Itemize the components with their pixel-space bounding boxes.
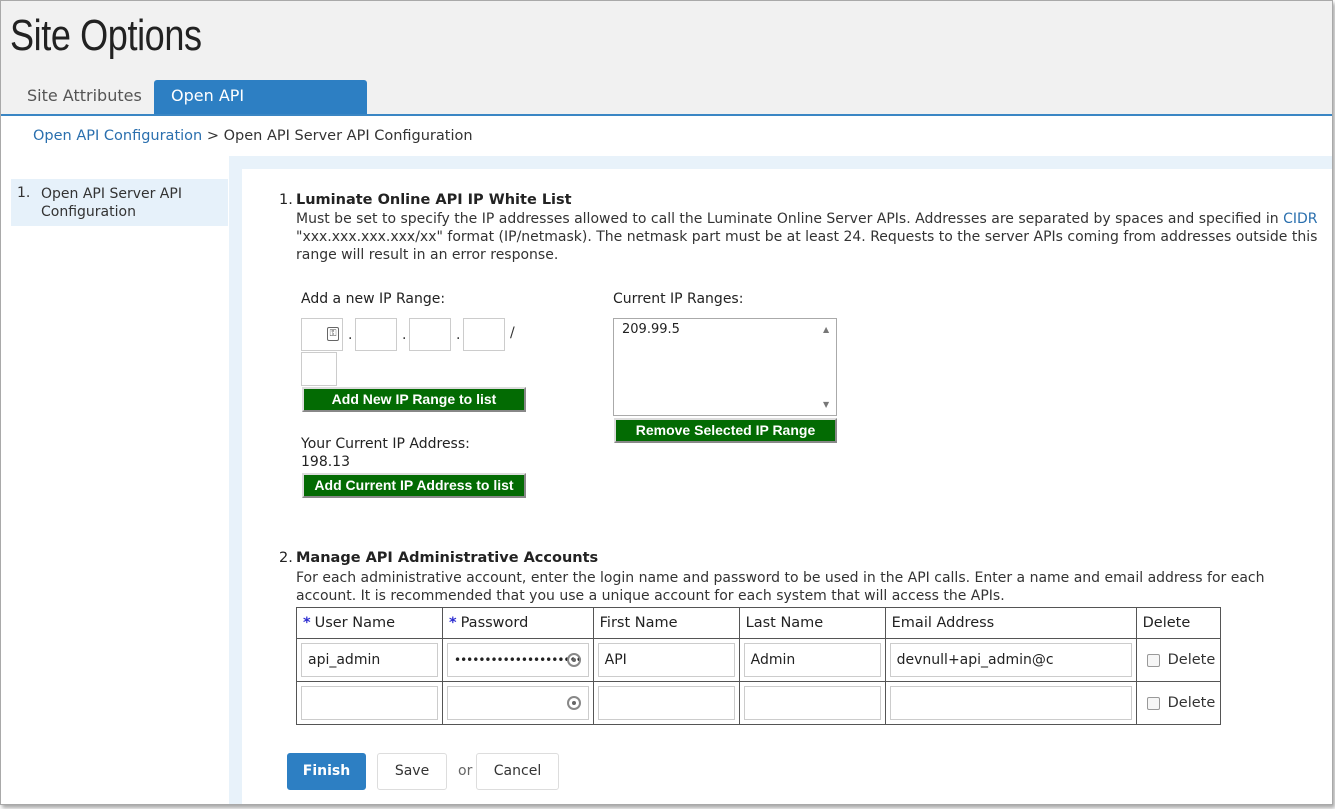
header: Site Options Site Attributes Open API Co…: [1, 1, 1332, 136]
section-2-title: 2. Manage API Administrative Accounts: [279, 550, 599, 566]
delete-cell: Delete: [1135, 681, 1221, 725]
column-header-first-name: First Name: [592, 607, 740, 639]
first-name-cell: [592, 681, 740, 725]
first-name-input[interactable]: API: [597, 643, 735, 677]
last-name-cell: [738, 681, 886, 725]
site-options-window: Site Options Site Attributes Open API Co…: [0, 0, 1333, 805]
section-1-description-text: Must be set to specify the IP addresses …: [296, 211, 1284, 227]
breadcrumb-current: Open API Server API Configuration: [223, 128, 473, 144]
required-marker: *: [449, 615, 457, 631]
password-cell: •••••••••••••••••••••: [442, 638, 594, 682]
column-header-delete: Delete: [1135, 607, 1221, 639]
email-cell: [884, 681, 1137, 725]
section-1-title: 1. Luminate Online API IP White List: [279, 192, 572, 208]
section-2-title-text: Manage API Administrative Accounts: [296, 550, 599, 566]
ip-range-option[interactable]: 209.99.5: [622, 322, 680, 337]
breadcrumb: Open API Configuration > Open API Server…: [33, 128, 473, 144]
section-1-description: Must be set to specify the IP addresses …: [296, 210, 1321, 264]
ip-netmask-input[interactable]: [301, 352, 337, 386]
last-name-cell: Admin: [738, 638, 886, 682]
table-row: Delete: [296, 681, 1221, 725]
last-name-input[interactable]: Admin: [743, 643, 881, 677]
add-ip-range-label: Add a new IP Range:: [301, 291, 446, 307]
cidr-link[interactable]: CIDR: [1283, 211, 1317, 227]
table-header-row: * User Name * Password First Name Last Nam…: [296, 607, 1221, 639]
finish-button[interactable]: Finish: [287, 753, 366, 790]
ip-dot-separator: .: [402, 327, 407, 343]
column-header-email-address: Email Address: [884, 607, 1137, 639]
section-2-description: For each administrative account, enter t…: [296, 570, 1265, 604]
breadcrumb-separator: >: [202, 128, 224, 144]
ip-slash-separator: /: [510, 325, 515, 341]
ip-octet-4-input[interactable]: [463, 318, 505, 351]
current-ip-ranges-label: Current IP Ranges:: [613, 291, 744, 307]
delete-checkbox[interactable]: [1146, 696, 1160, 710]
ip-dot-separator: .: [348, 327, 353, 343]
add-ip-range-button[interactable]: Add New IP Range to list: [302, 387, 526, 412]
delete-label: Delete: [1167, 695, 1216, 711]
sidebar-item-number: 1.: [17, 185, 31, 201]
column-header-user-name: * User Name: [296, 607, 443, 639]
section-1-title-text: Luminate Online API IP White List: [296, 192, 572, 208]
breadcrumb-link-open-api-configuration[interactable]: Open API Configuration: [33, 128, 202, 144]
user-name-cell: [296, 681, 443, 725]
ip-octet-3-input[interactable]: [409, 318, 451, 351]
delete-cell: Delete: [1135, 638, 1221, 682]
remove-selected-ip-range-button[interactable]: Remove Selected IP Range: [614, 418, 837, 443]
required-marker: *: [303, 615, 311, 631]
tab-site-attributes[interactable]: Site Attributes: [10, 80, 159, 114]
first-name-cell: API: [592, 638, 740, 682]
listbox-scrollbar[interactable]: ▲ ▼: [819, 319, 836, 415]
user-name-cell: api_admin: [296, 638, 443, 682]
password-cell: [442, 681, 594, 725]
current-ip-ranges-list[interactable]: 209.99.5 ▲ ▼: [613, 318, 837, 416]
password-reveal-icon[interactable]: [566, 653, 581, 667]
sidebar-item-open-api-server-api-configuration[interactable]: 1. Open API Server API Configuration: [11, 179, 228, 226]
delete-label: Delete: [1167, 652, 1216, 668]
column-header-label: User Name: [314, 615, 396, 631]
column-header-label: Password: [460, 615, 529, 631]
email-address-input[interactable]: devnull+api_admin@c: [889, 643, 1132, 677]
email-cell: devnull+api_admin@c: [884, 638, 1137, 682]
save-button[interactable]: Save: [377, 753, 447, 790]
section-1-description-text-2: "xxx.xxx.xxx.xxx/xx" format (IP/netmask)…: [296, 229, 1318, 263]
ip-dot-separator: .: [456, 327, 461, 343]
sidebar-item-label: Open API Server API Configuration: [41, 186, 182, 220]
add-current-ip-button[interactable]: Add Current IP Address to list: [302, 473, 526, 498]
section-1-number: 1.: [279, 192, 293, 208]
last-name-input[interactable]: [743, 686, 881, 720]
scroll-up-icon[interactable]: ▲: [823, 325, 829, 334]
page-title: Site Options: [10, 11, 202, 60]
tab-open-api-configuration[interactable]: Open API Configuration: [154, 80, 367, 136]
column-header-last-name: Last Name: [738, 607, 886, 639]
ip-octet-1-input[interactable]: ⚿: [301, 318, 343, 351]
or-text: or: [458, 763, 473, 779]
delete-checkbox[interactable]: [1146, 653, 1160, 667]
your-current-ip-value: 198.13: [301, 454, 350, 470]
accounts-table: * User Name * Password First Name Last Nam…: [296, 607, 1221, 725]
key-icon: ⚿: [327, 327, 339, 341]
ip-octet-2-input[interactable]: [355, 318, 397, 351]
your-current-ip-label: Your Current IP Address:: [301, 436, 470, 452]
user-name-input[interactable]: [301, 686, 438, 720]
cancel-button[interactable]: Cancel: [476, 753, 559, 790]
column-header-password: * Password: [442, 607, 594, 639]
user-name-input[interactable]: api_admin: [301, 643, 438, 677]
password-reveal-icon[interactable]: [566, 696, 581, 710]
scroll-down-icon[interactable]: ▼: [823, 400, 829, 409]
section-2-number: 2.: [279, 550, 293, 566]
table-row: api_admin ••••••••••••••••••••• API Admi…: [296, 638, 1221, 682]
email-address-input[interactable]: [889, 686, 1132, 720]
first-name-input[interactable]: [597, 686, 735, 720]
